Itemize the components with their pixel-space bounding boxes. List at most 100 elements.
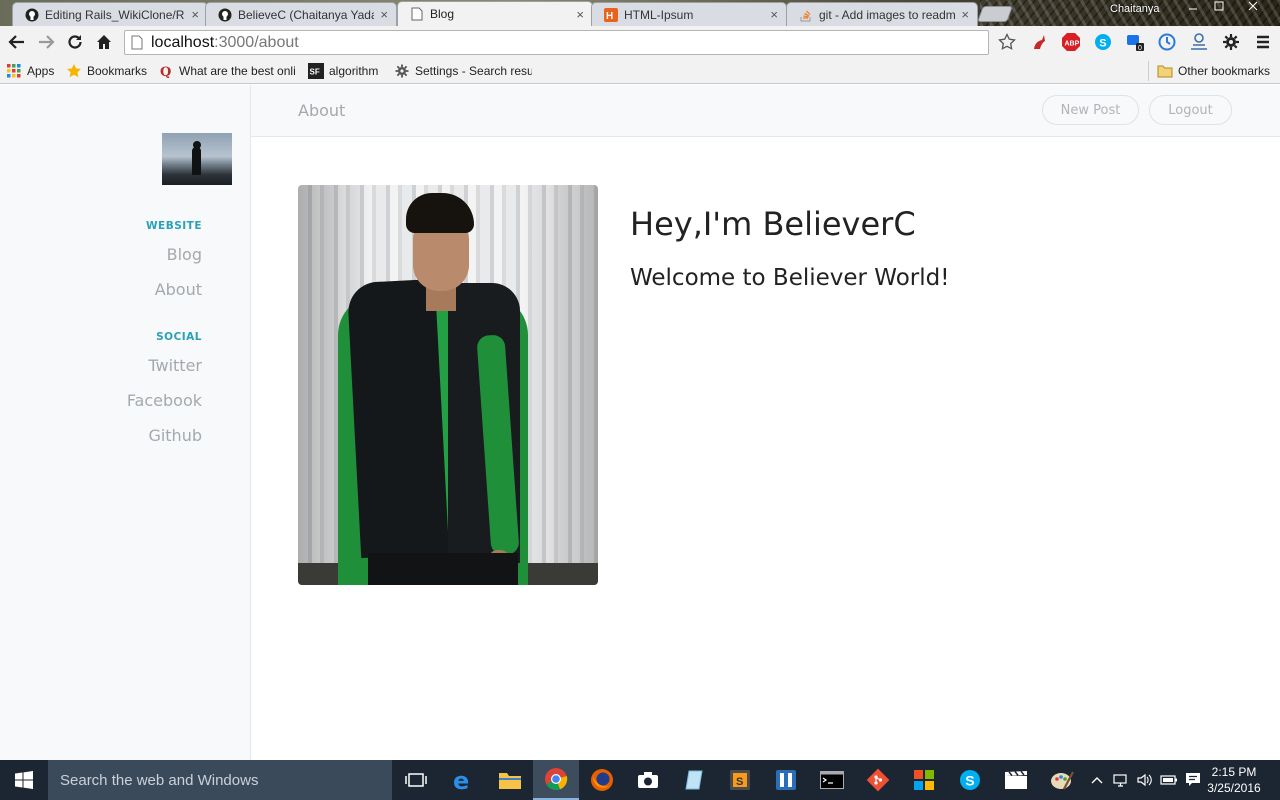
stackoverflow-icon: [799, 8, 813, 22]
git-icon[interactable]: [855, 760, 901, 800]
taskbar-search-input[interactable]: Search the web and Windows: [48, 760, 392, 800]
bookmark-apps[interactable]: Apps: [6, 62, 54, 80]
clock-date: 3/25/2016: [1207, 781, 1261, 795]
close-icon[interactable]: ×: [961, 7, 969, 22]
bookmark-algorithm[interactable]: SF algorithm: [308, 62, 378, 80]
close-icon[interactable]: ×: [770, 7, 778, 22]
sidebar-item-twitter[interactable]: Twitter: [148, 356, 202, 375]
tab-title: git - Add images to readm: [819, 7, 956, 22]
minimize-icon[interactable]: [1180, 0, 1206, 16]
sidebar-heading-social: SOCIAL: [156, 331, 202, 343]
html-ipsum-icon: H: [604, 7, 618, 22]
site-header: About New Post Logout: [251, 85, 1280, 137]
home-icon[interactable]: [91, 29, 117, 55]
back-arrow-icon[interactable]: [4, 29, 30, 55]
browser-tab[interactable]: Editing Rails_WikiClone/R ×: [12, 2, 208, 26]
close-icon[interactable]: ×: [576, 7, 584, 22]
bookmarks-bar: Apps Bookmarks Q What are the best onli …: [0, 58, 1280, 84]
address-bar[interactable]: localhost:3000/about: [124, 30, 989, 55]
office-app-icon[interactable]: [901, 760, 947, 800]
new-post-button[interactable]: New Post: [1042, 95, 1139, 125]
browser-tab[interactable]: BelieveC (Chaitanya Yadav ×: [205, 2, 397, 26]
tab-title: Blog: [430, 7, 455, 21]
sidebar-item-github[interactable]: Github: [148, 426, 202, 445]
bookmark-quora[interactable]: Q What are the best onli: [158, 62, 296, 80]
edge-browser-icon[interactable]: e: [441, 760, 487, 800]
adblock-plus-icon[interactable]: ABP: [1059, 29, 1083, 55]
skype-taskbar-icon[interactable]: S: [947, 760, 993, 800]
logout-button[interactable]: Logout: [1149, 95, 1232, 125]
new-tab-button[interactable]: [977, 6, 1013, 22]
bookmark-label: Settings - Search resu: [415, 64, 532, 78]
extension-account-icon[interactable]: [1187, 29, 1211, 55]
browser-toolbar: localhost:3000/about: [0, 26, 1280, 58]
volume-icon[interactable]: [1134, 760, 1156, 800]
movie-maker-icon[interactable]: [993, 760, 1039, 800]
bookmark-bookmarks[interactable]: Bookmarks: [66, 62, 147, 80]
gear-icon: [394, 63, 410, 79]
battery-icon[interactable]: [1158, 760, 1180, 800]
divider: [1148, 61, 1149, 81]
svg-text:e: e: [453, 768, 469, 792]
browser-tab-active[interactable]: Blog ×: [397, 1, 593, 26]
settings-gear-icon[interactable]: [1219, 29, 1243, 55]
star-icon: [66, 63, 82, 79]
svg-text:H: H: [606, 11, 613, 22]
skype-icon[interactable]: S: [1091, 29, 1115, 55]
sidebar-item-facebook[interactable]: Facebook: [127, 391, 202, 410]
other-bookmarks[interactable]: Other bookmarks: [1157, 62, 1270, 80]
tab-title: HTML-Ipsum: [624, 7, 694, 22]
task-view-icon[interactable]: [393, 760, 439, 800]
file-explorer-icon[interactable]: [487, 760, 533, 800]
sidebar-item-blog[interactable]: Blog: [167, 245, 202, 264]
extension-red-icon[interactable]: [1027, 29, 1051, 55]
notifications-icon[interactable]: [1182, 760, 1204, 800]
url-path: :3000/about: [214, 33, 299, 51]
chrome-icon[interactable]: [533, 760, 579, 800]
window-close-icon[interactable]: [1240, 0, 1266, 16]
editor-app-icon[interactable]: [763, 760, 809, 800]
network-icon[interactable]: [1110, 760, 1132, 800]
tab-title: BelieveC (Chaitanya Yadav: [238, 7, 375, 22]
terminal-icon[interactable]: [809, 760, 855, 800]
maximize-icon[interactable]: [1206, 0, 1232, 16]
profile-name[interactable]: Chaitanya: [1110, 3, 1160, 15]
apps-grid-icon: [6, 63, 22, 79]
page-title: About: [298, 101, 346, 120]
svg-text:SF: SF: [310, 68, 320, 77]
system-clock[interactable]: 2:15 PM 3/25/2016: [1206, 764, 1262, 796]
bookmark-settings[interactable]: Settings - Search resu: [394, 62, 532, 80]
tray-chevron-up-icon[interactable]: [1088, 760, 1106, 800]
hero-title: Hey,I'm BelieverC: [630, 205, 916, 243]
bookmark-label: Apps: [27, 64, 55, 78]
browser-tab[interactable]: H HTML-Ipsum ×: [591, 2, 787, 26]
sidebar-heading-website: WEBSITE: [145, 220, 202, 232]
sublime-text-icon[interactable]: S: [717, 760, 763, 800]
paint-app-icon[interactable]: [1039, 760, 1085, 800]
avatar[interactable]: [162, 133, 232, 185]
taskbar: Search the web and Windows e S S 2:15 PM…: [0, 760, 1280, 800]
bookmark-label: What are the best onli: [179, 64, 296, 78]
windows-start-icon[interactable]: [0, 760, 48, 800]
notes-app-icon[interactable]: [671, 760, 717, 800]
forward-arrow-icon[interactable]: [33, 29, 59, 55]
hero-subtitle: Welcome to Believer World!: [630, 265, 950, 291]
profile-photo: [298, 185, 598, 585]
bookmark-label: Other bookmarks: [1178, 64, 1271, 78]
extension-badge-icon[interactable]: 0: [1123, 29, 1147, 55]
svg-text:S: S: [965, 773, 974, 789]
bookmark-star-icon[interactable]: [995, 29, 1019, 55]
camera-icon[interactable]: [625, 760, 671, 800]
firefox-icon[interactable]: [579, 760, 625, 800]
browser-tab[interactable]: git - Add images to readm ×: [786, 2, 978, 26]
page-info-icon[interactable]: [131, 35, 143, 50]
menu-icon[interactable]: [1251, 29, 1275, 55]
sf-icon: SF: [308, 63, 324, 79]
reload-icon[interactable]: [62, 29, 88, 55]
sidebar-item-about[interactable]: About: [155, 280, 202, 299]
close-icon[interactable]: ×: [380, 7, 388, 22]
svg-text:S: S: [1099, 38, 1106, 50]
folder-icon: [1157, 63, 1173, 79]
close-icon[interactable]: ×: [191, 7, 199, 22]
history-icon[interactable]: [1155, 29, 1179, 55]
